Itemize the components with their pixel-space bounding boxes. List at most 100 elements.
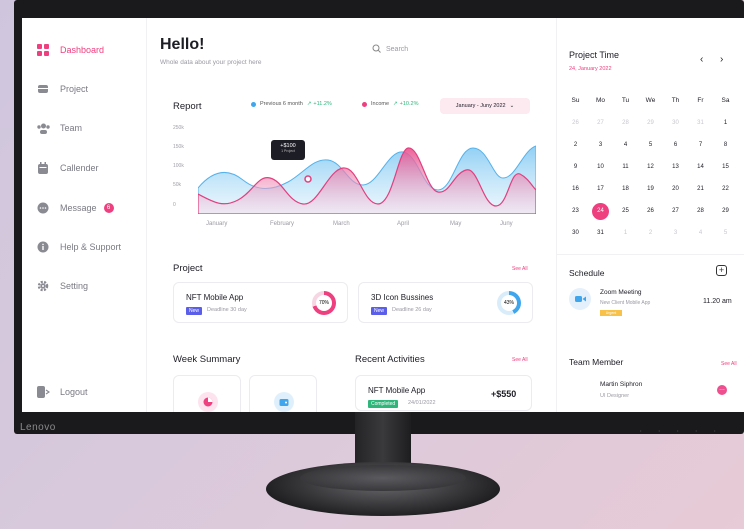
calendar-week-row: 9 10 11 12 13 14 15 [563,156,739,178]
calendar-week-row: 26 27 28 29 30 31 1 [563,112,739,134]
logout-button[interactable]: Logout [36,382,88,402]
project-card[interactable]: NFT Mobile App New Deadline 30 day 70% [173,282,348,323]
recent-activities-title: Recent Activities [355,354,425,365]
calendar-day[interactable]: 25 [613,200,638,222]
add-schedule-button[interactable]: + [716,265,727,276]
legend-swatch [251,101,256,107]
calendar-next-button[interactable]: › [720,54,723,65]
calendar-day-selected[interactable]: 24 [588,200,613,222]
progress-ring: 43% [497,291,521,315]
sidebar-item-message[interactable]: Message 6 [36,198,114,218]
selected-day-label: 24 [592,203,609,220]
weekday-label: Mo [595,97,606,104]
calendar-day[interactable]: 2 [563,134,588,156]
new-tag: New [186,307,203,315]
calendar-day[interactable]: 28 [688,200,713,222]
tooltip-point[interactable] [304,175,312,183]
calendar-day[interactable]: 15 [713,156,738,178]
calendar-day[interactable]: 17 [588,178,613,200]
calendar-day[interactable]: 2 [638,222,663,244]
monitor-buttons: • • • • • [640,428,724,433]
calendar-day[interactable]: 31 [588,222,613,244]
sidebar-item-label: Setting [60,281,89,291]
date-range-select[interactable]: January - Juny 2022 ⌄ [440,98,530,114]
sidebar-item-team[interactable]: Team [36,118,82,138]
sidebar-item-callender[interactable]: Callender [36,158,99,178]
calendar-day[interactable]: 12 [638,156,663,178]
calendar-day[interactable]: 4 [613,134,638,156]
trend-up-icon: ↗ [393,101,398,107]
users-icon [36,121,50,135]
calendar-day[interactable]: 27 [588,112,613,134]
progress-ring: 70% [312,291,336,315]
search-input[interactable]: Search [372,44,408,55]
calendar-day[interactable]: 21 [688,178,713,200]
logout-icon [36,385,50,399]
calendar-day[interactable]: 27 [663,200,688,222]
calendar-day[interactable]: 16 [563,178,588,200]
calendar-day[interactable]: 5 [638,134,663,156]
legend-swatch [362,101,367,107]
calendar-day[interactable]: 3 [588,134,613,156]
calendar-day[interactable]: 10 [588,156,613,178]
activity-title: NFT Mobile App [368,386,426,395]
activity-date: 24/01/2022 [408,400,436,406]
calendar-day[interactable]: 26 [563,112,588,134]
recent-see-all-link[interactable]: See All [512,357,528,363]
calendar-day[interactable]: 1 [613,222,638,244]
calendar-week-row: 16 17 18 19 20 21 22 [563,178,739,200]
calendar-day[interactable]: 11 [613,156,638,178]
sidebar-item-help[interactable]: Help & Support [36,237,121,257]
calendar-day[interactable]: 30 [663,112,688,134]
project-deadline: Deadline 26 day [392,307,432,313]
weekday-label: Sa [721,97,730,104]
new-tag: New [371,307,388,315]
calendar-day[interactable]: 1 [713,112,738,134]
y-tick: 100k [173,163,184,169]
week-summary-card[interactable] [173,375,241,412]
calendar-grid: Su Mo Tu We Th Fr Sa 26 27 28 29 30 31 1… [563,90,739,244]
calendar-day[interactable]: 22 [713,178,738,200]
legend-pct: +11.2% [313,101,332,107]
calendar-day[interactable]: 29 [713,200,738,222]
status-badge: Completed [368,400,399,408]
calendar-day[interactable]: 7 [688,134,713,156]
sidebar-item-label: Team [60,123,83,133]
calendar-day[interactable]: 26 [638,200,663,222]
calendar-icon [36,161,50,175]
calendar-day[interactable]: 29 [638,112,663,134]
project-see-all-link[interactable]: See All [512,266,528,272]
activity-item[interactable]: NFT Mobile App Completed 24/01/2022 +$55… [355,375,532,411]
calendar-day[interactable]: 4 [688,222,713,244]
week-summary-card[interactable] [249,375,317,412]
sidebar-item-dashboard[interactable]: Dashboard [36,40,104,60]
calendar-day[interactable]: 5 [713,222,738,244]
calendar-day[interactable]: 28 [613,112,638,134]
project-deadline: Deadline 30 day [207,307,247,313]
calendar-day[interactable]: 13 [663,156,688,178]
calendar-day[interactable]: 19 [638,178,663,200]
project-card[interactable]: 3D Icon Bussines New Deadline 26 day 43% [358,282,533,323]
calendar-day[interactable]: 23 [563,200,588,222]
calendar-day[interactable]: 3 [663,222,688,244]
calendar-day[interactable]: 8 [713,134,738,156]
more-options-icon[interactable]: … [717,385,727,395]
sidebar-item-setting[interactable]: Setting [36,276,88,296]
calendar-day[interactable]: 9 [563,156,588,178]
sidebar-item-project[interactable]: Project [36,79,88,99]
project-card-title: NFT Mobile App [186,293,244,302]
calendar-day[interactable]: 20 [663,178,688,200]
project-section-title: Project [173,263,203,274]
sidebar-item-label: Callender [60,163,99,173]
week-summary-title: Week Summary [173,354,241,365]
team-see-all-link[interactable]: See All [721,361,737,367]
calendar-day[interactable]: 30 [563,222,588,244]
calendar-day[interactable]: 14 [688,156,713,178]
calendar-day[interactable]: 18 [613,178,638,200]
legend-pct: +10.2% [399,101,419,107]
weekday-label: Su [571,97,580,104]
calendar-day[interactable]: 6 [663,134,688,156]
weekday-label: Th [671,97,680,104]
calendar-prev-button[interactable]: ‹ [700,54,703,65]
calendar-day[interactable]: 31 [688,112,713,134]
